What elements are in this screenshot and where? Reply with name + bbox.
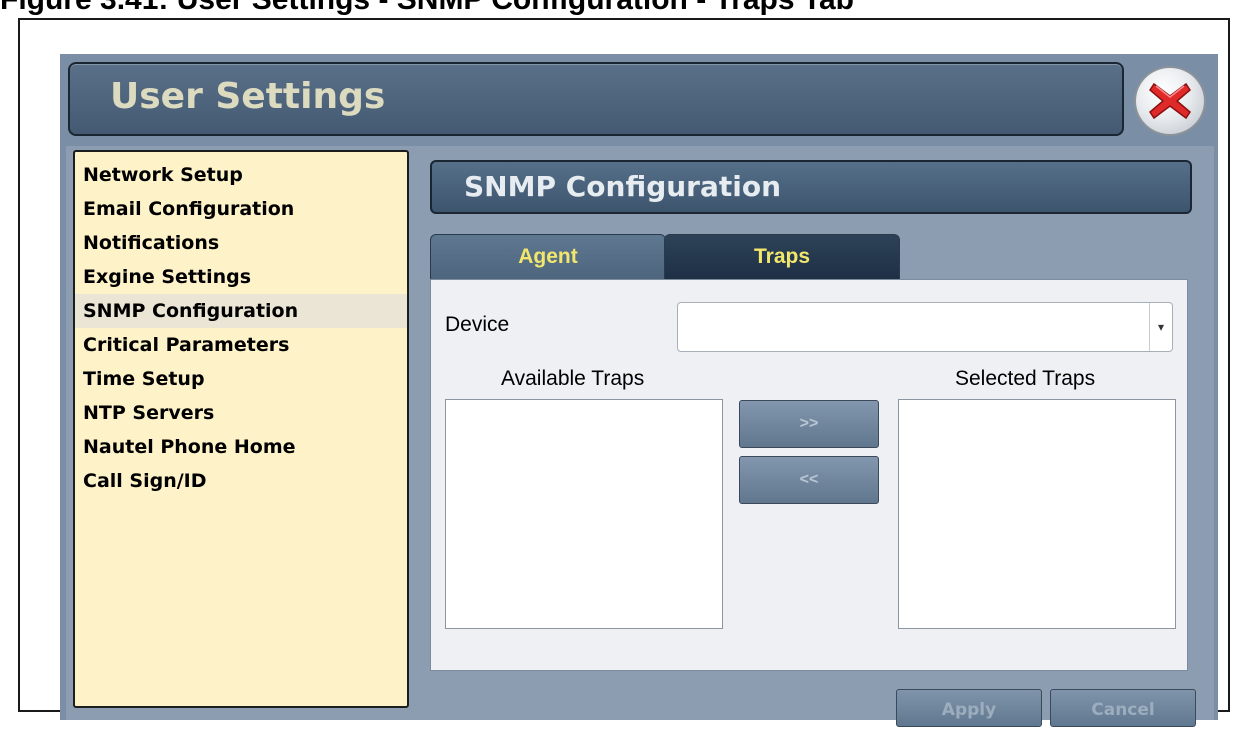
close-x-icon: [1149, 82, 1191, 120]
available-traps-list[interactable]: [445, 399, 723, 629]
window-title: User Settings: [110, 76, 386, 117]
sidebar-item-exgine-settings[interactable]: Exgine Settings: [75, 260, 407, 294]
title-bar: User Settings: [68, 62, 1124, 136]
dropdown-caret-icon: ▾: [1149, 303, 1172, 351]
sidebar-item-critical-parameters[interactable]: Critical Parameters: [75, 328, 407, 362]
available-traps-label: Available Traps: [501, 367, 645, 390]
sidebar-item-email-configuration[interactable]: Email Configuration: [75, 192, 407, 226]
sidebar-item-time-setup[interactable]: Time Setup: [75, 362, 407, 396]
add-trap-button[interactable]: >>: [739, 400, 879, 448]
sidebar-item-snmp-configuration[interactable]: SNMP Configuration: [75, 294, 407, 328]
settings-sidebar: Network Setup Email Configuration Notifi…: [73, 150, 409, 708]
device-dropdown[interactable]: ▾: [677, 302, 1173, 352]
sidebar-item-notifications[interactable]: Notifications: [75, 226, 407, 260]
tab-traps[interactable]: Traps: [664, 234, 900, 279]
selected-traps-list[interactable]: [898, 399, 1176, 629]
sidebar-item-network-setup[interactable]: Network Setup: [75, 158, 407, 192]
sidebar-item-call-sign-id[interactable]: Call Sign/ID: [75, 464, 407, 498]
cancel-button[interactable]: Cancel: [1050, 689, 1196, 727]
traps-tab-body: Device ▾ Available Traps Selected Traps …: [430, 279, 1188, 671]
panel-title-bar: SNMP Configuration: [430, 160, 1192, 214]
close-button[interactable]: [1134, 66, 1206, 136]
figure-caption: Figure 3.41: User Settings - SNMP Config…: [0, 0, 1244, 18]
selected-traps-label: Selected Traps: [955, 367, 1096, 390]
user-settings-window: User Settings Network Setup Email Config…: [60, 54, 1218, 727]
remove-trap-button[interactable]: <<: [739, 456, 879, 504]
device-label: Device: [445, 313, 510, 336]
tab-agent[interactable]: Agent: [430, 234, 666, 279]
sidebar-item-nautel-phone-home[interactable]: Nautel Phone Home: [75, 430, 407, 464]
apply-button[interactable]: Apply: [896, 689, 1042, 727]
content-area: Network Setup Email Configuration Notifi…: [66, 146, 1214, 727]
figure-frame: User Settings Network Setup Email Config…: [18, 18, 1230, 727]
panel-title: SNMP Configuration: [464, 170, 782, 203]
sidebar-item-ntp-servers[interactable]: NTP Servers: [75, 396, 407, 430]
